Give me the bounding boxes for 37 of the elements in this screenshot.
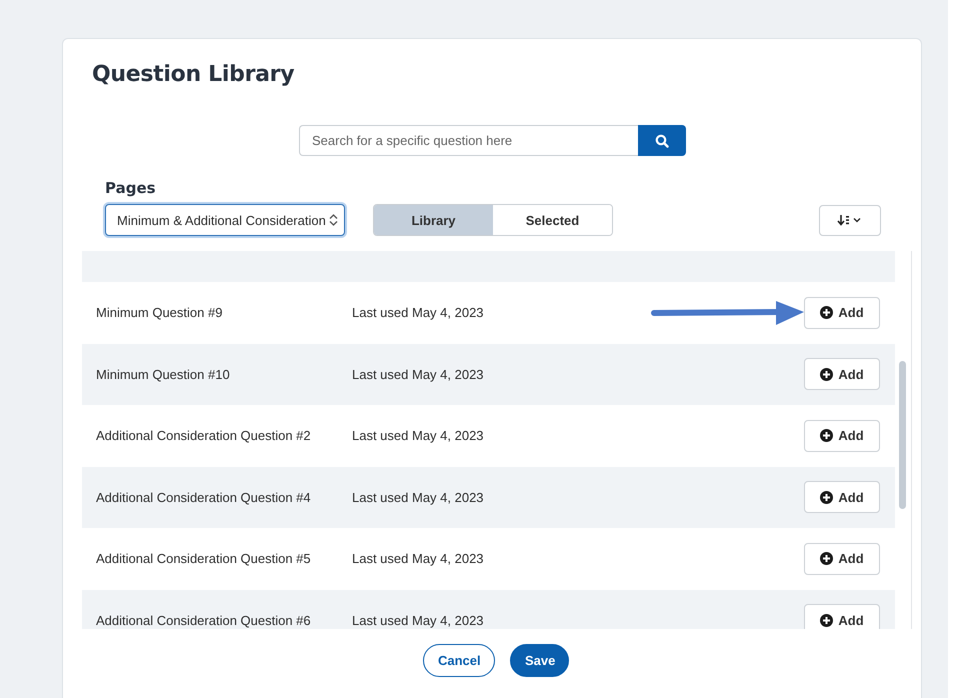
last-used-date: Last used May 4, 2023	[352, 428, 484, 444]
question-name: Additional Consideration Question #4	[95, 490, 312, 505]
sort-button[interactable]	[819, 204, 881, 236]
search-field[interactable]: Search for a specific question here	[299, 125, 638, 156]
add-button[interactable]: Add	[804, 296, 880, 329]
add-button[interactable]: Add	[804, 420, 880, 452]
add-button[interactable]: Add	[804, 604, 880, 629]
pages-label: Pages	[105, 179, 156, 197]
question-name: Minimum Question #10	[95, 366, 231, 382]
save-button[interactable]: Save	[510, 644, 569, 677]
question-name: Minimum Question #9	[95, 305, 224, 320]
add-button[interactable]: Add	[804, 542, 880, 575]
question-name: Additional Consideration Question #2	[95, 428, 312, 444]
question-name: Additional Consideration Question #5	[95, 551, 312, 566]
cancel-button[interactable]: Cancel	[423, 644, 495, 677]
search-button[interactable]	[638, 125, 686, 156]
plus-circle-icon	[820, 429, 834, 442]
plus-circle-icon	[820, 490, 834, 504]
search-icon	[655, 134, 669, 148]
view-tab[interactable]: Library	[374, 205, 493, 235]
sort-icon	[837, 214, 863, 226]
add-button[interactable]: Add	[804, 481, 880, 514]
last-used-date: Last used May 4, 2023	[352, 305, 484, 320]
plus-circle-icon	[820, 368, 834, 381]
plus-circle-icon	[820, 614, 834, 627]
scrollbar-thumb[interactable]	[899, 361, 906, 509]
pages-dropdown[interactable]: Minimum & Additional Consideration	[105, 204, 345, 236]
last-used-date: Last used May 4, 2023	[352, 490, 484, 505]
last-used-date: Last used May 4, 2023	[352, 366, 484, 382]
plus-circle-icon	[820, 552, 834, 566]
last-used-date: Last used May 4, 2023	[352, 612, 484, 628]
plus-circle-icon	[820, 306, 834, 320]
add-button[interactable]: Add	[804, 358, 880, 390]
dialog-title: Question Library	[92, 62, 294, 87]
up-down-caret-icon	[329, 214, 338, 226]
question-name: Additional Consideration Question #6	[95, 612, 312, 628]
last-used-date: Last used May 4, 2023	[352, 551, 484, 566]
